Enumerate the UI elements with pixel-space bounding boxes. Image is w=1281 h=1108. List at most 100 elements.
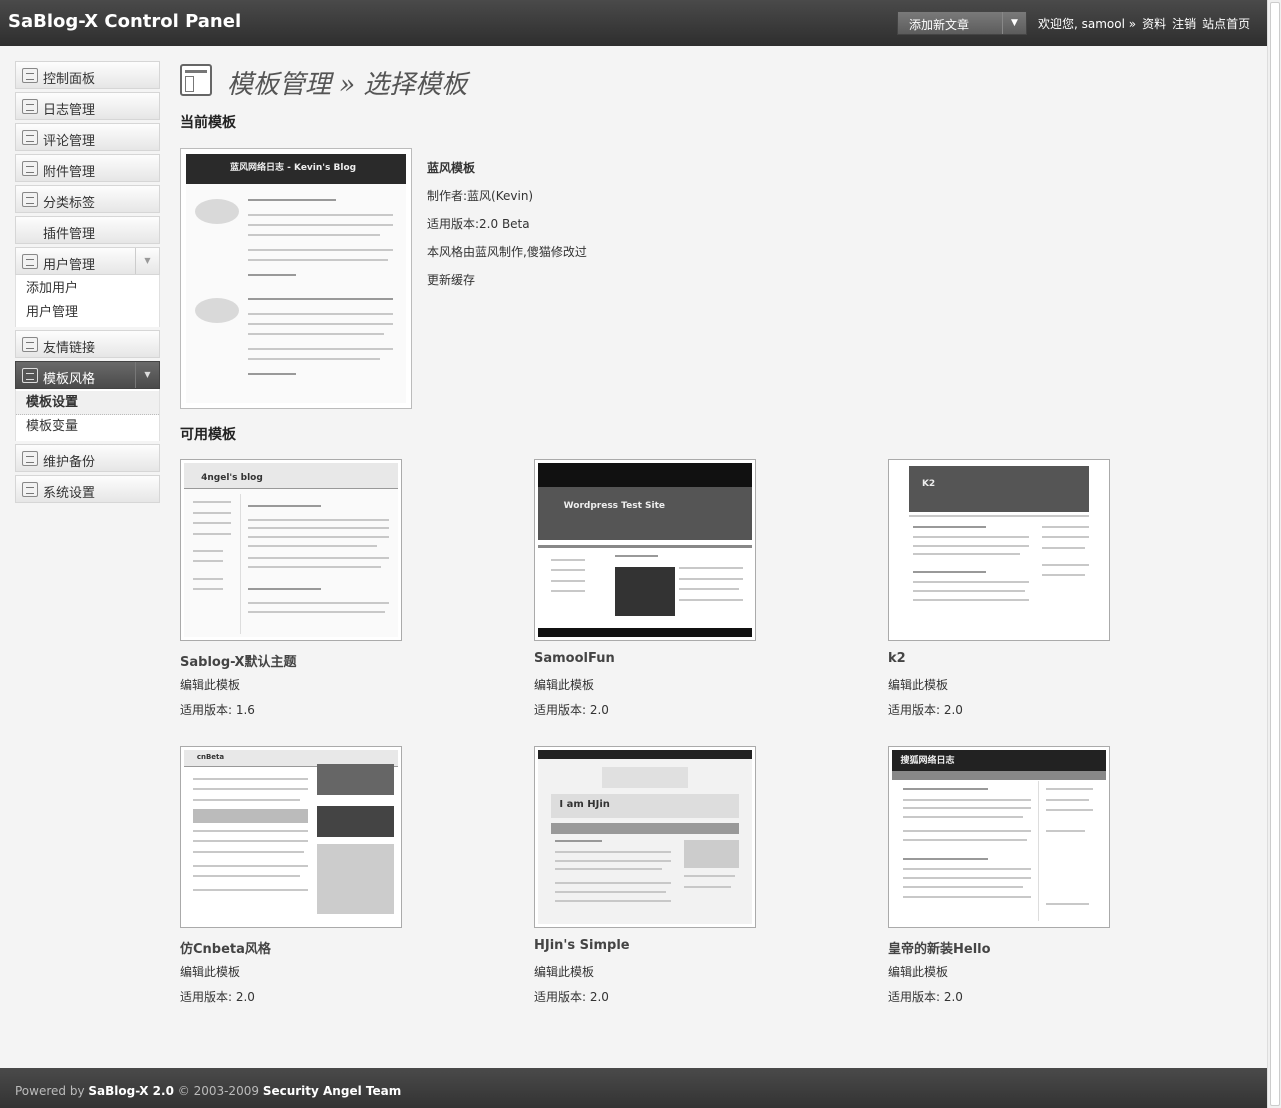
top-header: SaBlog-X Control Panel 添加新文章 ▼ 欢迎您, samo… — [0, 0, 1267, 46]
sidebar-item-maintenance[interactable]: 维护备份 — [15, 444, 160, 472]
current-template-heading: 当前模板 — [180, 115, 236, 131]
sidebar-item-label: 控制面板 — [43, 72, 96, 87]
users-subnav: 添加用户 用户管理 — [15, 275, 160, 327]
sidebar-item-plugins[interactable]: 插件管理 — [15, 216, 160, 244]
chevron-down-icon[interactable]: ▼ — [135, 248, 159, 274]
template-name: k2 — [888, 651, 906, 666]
edit-template-link[interactable]: 编辑此模板 — [180, 963, 240, 980]
edit-template-link[interactable]: 编辑此模板 — [888, 676, 948, 693]
page-title: 模板管理 » 选择模板 — [227, 70, 468, 100]
chevron-down-icon[interactable]: ▼ — [1002, 12, 1026, 34]
subnav-template-variables[interactable]: 模板变量 — [16, 415, 159, 439]
logout-link[interactable]: 注销 — [1172, 17, 1196, 31]
footer: Powered by SaBlog-X 2.0 © 2003-2009 Secu… — [0, 1068, 1267, 1108]
template-thumbnail[interactable]: cnBeta — [180, 746, 402, 928]
comment-icon — [22, 130, 38, 145]
tag-icon — [22, 192, 38, 207]
sidebar-item-comments[interactable]: 评论管理 — [15, 123, 160, 151]
profile-link[interactable]: 资料 — [1142, 17, 1166, 31]
current-template-version: 适用版本:2.0 Beta — [427, 217, 530, 231]
template-thumbnail[interactable]: 4ngel's blog — [180, 459, 402, 641]
welcome-text: 欢迎您, samool » — [1038, 17, 1137, 31]
thumb-title: I am HJin — [559, 798, 610, 810]
sidebar-item-templates[interactable]: 模板风格 ▼ — [15, 361, 160, 389]
thumb-title: 4ngel's blog — [201, 473, 263, 484]
current-template-info: 蓝风模板 制作者:蓝风(Kevin) 适用版本:2.0 Beta 本风格由蓝风制… — [427, 154, 827, 294]
quick-action-select[interactable]: 添加新文章 ▼ — [897, 11, 1027, 35]
template-version: 适用版本: 2.0 — [888, 703, 963, 717]
template-icon — [180, 64, 212, 96]
template-name: Sablog-X默认主题 — [180, 655, 297, 670]
template-thumbnail[interactable]: K2 — [888, 459, 1110, 641]
thumb-title: cnBeta — [196, 753, 225, 762]
edit-template-link[interactable]: 编辑此模板 — [888, 963, 948, 980]
templates-subnav: 模板设置 模板变量 — [15, 389, 160, 441]
template-version: 适用版本: 2.0 — [180, 990, 255, 1004]
sidebar-item-articles[interactable]: 日志管理 — [15, 92, 160, 120]
subnav-template-settings[interactable]: 模板设置 — [16, 391, 159, 415]
thumb-title: 搜狐网络日志 — [900, 756, 955, 767]
template-name: 仿Cnbeta风格 — [180, 942, 271, 957]
template-version: 适用版本: 2.0 — [534, 703, 609, 717]
settings-icon — [22, 482, 38, 497]
sidebar-item-label: 友情链接 — [43, 341, 96, 356]
sidebar-item-links[interactable]: 友情链接 — [15, 330, 160, 358]
scrollbar-thumb[interactable] — [1270, 2, 1280, 1106]
footer-copyright: © 2003-2009 — [177, 1084, 259, 1098]
subnav-add-user[interactable]: 添加用户 — [16, 277, 159, 301]
current-template-author: 制作者:蓝风(Kevin) — [427, 189, 534, 203]
sidebar-item-dashboard[interactable]: 控制面板 — [15, 61, 160, 89]
sidebar-item-attachments[interactable]: 附件管理 — [15, 154, 160, 182]
current-template-name: 蓝风模板 — [427, 161, 476, 175]
template-version: 适用版本: 2.0 — [534, 990, 609, 1004]
sidebar-item-label: 用户管理 — [43, 258, 96, 273]
template-thumbnail[interactable]: I am HJin — [534, 746, 756, 928]
user-bar: 欢迎您, samool » 资料 注销 站点首页 — [1038, 15, 1256, 32]
chevron-down-icon[interactable]: ▼ — [135, 362, 159, 388]
tools-icon — [22, 451, 38, 466]
edit-template-link[interactable]: 编辑此模板 — [534, 963, 594, 980]
page-scrollbar[interactable] — [1267, 0, 1281, 1108]
link-icon — [22, 337, 38, 352]
sidebar-item-settings[interactable]: 系统设置 — [15, 475, 160, 503]
template-thumbnail[interactable]: 搜狐网络日志 — [888, 746, 1110, 928]
sidebar-item-users[interactable]: 用户管理 ▼ — [15, 247, 160, 275]
refresh-cache-link[interactable]: 更新缓存 — [427, 266, 827, 294]
template-name: SamoolFun — [534, 651, 615, 666]
sidebar-item-label: 评论管理 — [43, 134, 96, 149]
site-home-link[interactable]: 站点首页 — [1202, 17, 1250, 31]
thumb-title: 蓝风网络日志 - Kevin's Blog — [230, 163, 357, 174]
edit-template-link[interactable]: 编辑此模板 — [180, 676, 240, 693]
attachment-icon — [22, 161, 38, 176]
sidebar-item-label: 附件管理 — [43, 165, 96, 180]
sidebar-item-label: 插件管理 — [43, 227, 96, 242]
sidebar: 控制面板 日志管理 评论管理 附件管理 分类标签 插件管理 用户管理 ▼ 添加用… — [15, 61, 160, 506]
template-version: 适用版本: 2.0 — [888, 990, 963, 1004]
footer-prefix: Powered by — [15, 1084, 85, 1098]
edit-template-link[interactable]: 编辑此模板 — [534, 676, 594, 693]
thumb-title: K2 — [921, 478, 936, 489]
current-template-thumbnail: 蓝风网络日志 - Kevin's Blog — [180, 148, 412, 409]
template-version: 适用版本: 1.6 — [180, 703, 255, 717]
footer-team: Security Angel Team — [262, 1084, 402, 1098]
quick-action-label: 添加新文章 — [909, 18, 970, 32]
sidebar-item-label: 日志管理 — [43, 103, 96, 118]
footer-product: SaBlog-X 2.0 — [88, 1084, 174, 1098]
sidebar-item-label: 模板风格 — [43, 372, 96, 387]
sidebar-item-label: 分类标签 — [43, 196, 96, 211]
template-thumbnail[interactable]: Wordpress Test Site — [534, 459, 756, 641]
main-content: 模板管理 » 选择模板 当前模板 蓝风网络日志 - Kevin's Blog 蓝… — [180, 60, 1260, 1004]
sidebar-item-categories[interactable]: 分类标签 — [15, 185, 160, 213]
thumb-title: Wordpress Test Site — [563, 501, 665, 512]
sidebar-item-label: 系统设置 — [43, 486, 96, 501]
users-icon — [22, 254, 38, 269]
site-title: SaBlog-X Control Panel — [8, 11, 242, 32]
template-name: 皇帝的新装Hello — [888, 942, 991, 957]
template-icon — [22, 368, 38, 383]
available-templates-heading: 可用模板 — [180, 427, 236, 443]
template-name: HJin's Simple — [534, 938, 630, 953]
page-header: 模板管理 » 选择模板 — [180, 60, 1260, 100]
footer-text: Powered by SaBlog-X 2.0 © 2003-2009 Secu… — [15, 1084, 401, 1098]
sidebar-item-label: 维护备份 — [43, 455, 96, 470]
subnav-user-manage[interactable]: 用户管理 — [16, 301, 159, 325]
